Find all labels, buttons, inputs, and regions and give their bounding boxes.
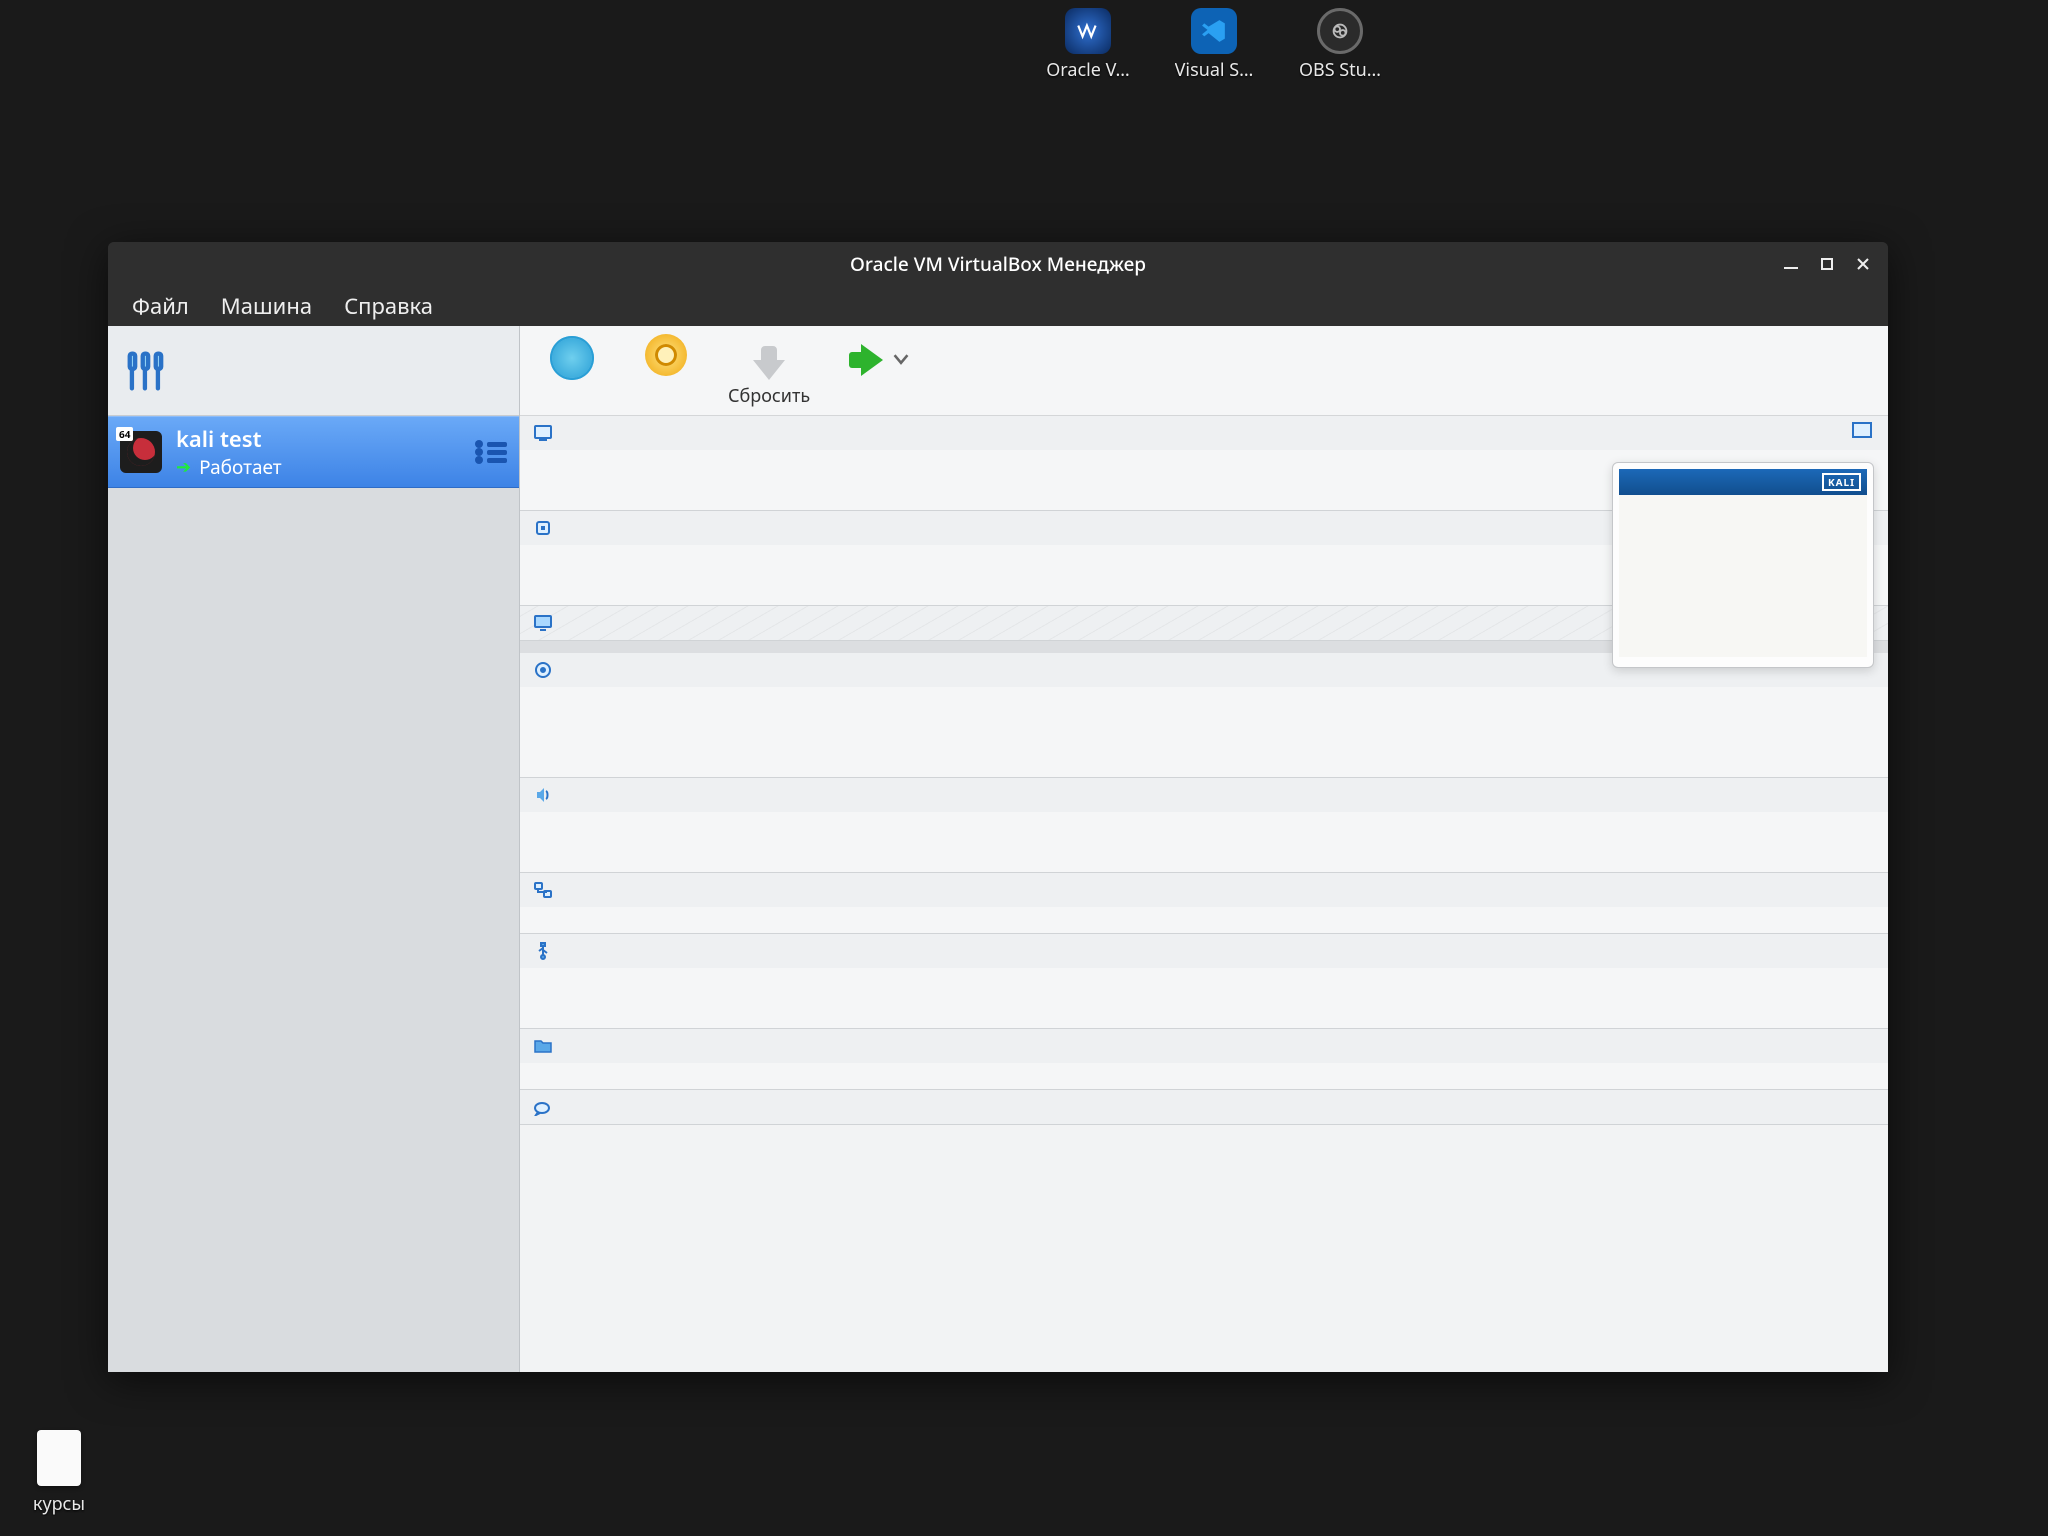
sidebar: kali test ➔ Работает [108,326,520,1372]
menu-machine[interactable]: Машина [207,285,326,327]
audio-icon [532,784,554,806]
section-header-network[interactable] [520,873,1888,907]
preview-body [1619,495,1867,657]
window-title: Oracle VM VirtualBox Менеджер [850,251,1146,277]
menu-file[interactable]: Файл [118,285,203,327]
minimize-button[interactable] [1776,249,1806,279]
storage-icon [532,659,554,681]
toolbar-settings-button[interactable] [634,334,698,378]
vm-status: ➔ Работает [176,454,475,480]
preview-kali-badge: KALI [1822,473,1861,491]
toolbar-discard-button[interactable]: Сбросить [728,334,810,408]
section-body-network [520,907,1888,933]
usb-icon [532,940,554,962]
vm-name: kali test [176,424,475,454]
description-icon [532,1096,554,1118]
vm-text: kali test ➔ Работает [176,424,475,480]
toolbar-start-button[interactable] [840,334,910,384]
section-header-general[interactable] [520,416,1888,450]
section-description [520,1090,1888,1125]
vm-os-icon [120,431,162,473]
desktop-icon-label: курсы [33,1492,85,1516]
desktop-icon-label: Visual S… [1175,58,1254,82]
details-scroll[interactable]: KALI [520,416,1888,1372]
desktop-icon-label: OBS Stu… [1299,58,1381,82]
close-button[interactable] [1848,249,1878,279]
section-usb [520,934,1888,1029]
obs-icon [1317,8,1363,54]
section-storage [520,653,1888,778]
section-header-usb[interactable] [520,934,1888,968]
start-dropdown-chevron-icon[interactable] [892,335,910,383]
section-audio [520,778,1888,873]
tools-button[interactable] [108,326,519,416]
section-shared-folders [520,1029,1888,1090]
vm-item-kali-test[interactable]: kali test ➔ Работает [108,416,519,488]
section-body-usb [520,968,1888,1028]
maximize-button[interactable] [1812,249,1842,279]
content-area: kali test ➔ Работает [108,326,1888,1372]
gear-icon [645,334,687,376]
text-file-icon [37,1430,81,1486]
menubar: Файл Машина Справка [108,286,1888,326]
desktop-icon-label: Oracle V… [1046,58,1129,82]
vm-details-toggle-icon[interactable] [475,436,507,468]
section-header-audio[interactable] [520,778,1888,812]
shared-folder-icon [532,1035,554,1057]
preview-icon [1852,422,1872,438]
display-icon [532,612,554,634]
menu-help[interactable]: Справка [330,285,447,327]
new-icon [548,334,596,382]
general-icon [532,422,554,444]
desktop-icon-oracle-vbox[interactable]: Oracle V… [1040,8,1136,82]
vscode-icon [1191,8,1237,54]
virtualbox-icon [1065,8,1111,54]
system-icon [532,517,554,539]
start-icon [861,344,883,376]
window-titlebar[interactable]: Oracle VM VirtualBox Менеджер [108,242,1888,286]
desktop-icon-vscode[interactable]: Visual S… [1166,8,1262,82]
vm-list: kali test ➔ Работает [108,416,519,1372]
details-pane: Сбросить [520,326,1888,1372]
desktop-top-icons: Oracle V… Visual S… OBS Stu… [1040,8,1388,82]
section-header-shared[interactable] [520,1029,1888,1063]
vm-status-text: Работает [199,454,282,480]
virtualbox-window: Oracle VM VirtualBox Менеджер Файл Машин… [108,242,1888,1372]
running-arrow-icon: ➔ [176,455,191,479]
vm-preview-thumbnail[interactable]: KALI [1612,462,1874,668]
section-body-storage [520,687,1888,777]
section-body-shared [520,1063,1888,1089]
section-body-audio [520,812,1888,872]
toolbar-discard-label: Сбросить [728,384,810,408]
desktop-icon-obs[interactable]: OBS Stu… [1292,8,1388,82]
section-network [520,873,1888,934]
toolbar: Сбросить [520,326,1888,416]
window-controls [1776,242,1878,286]
toolbar-new-button[interactable] [540,334,604,384]
tools-icon [120,345,172,397]
desktop-icon-file[interactable]: курсы [14,1430,104,1516]
section-header-description[interactable] [520,1090,1888,1124]
network-icon [532,879,554,901]
discard-icon [753,360,785,380]
preview-header[interactable] [1852,422,1872,438]
